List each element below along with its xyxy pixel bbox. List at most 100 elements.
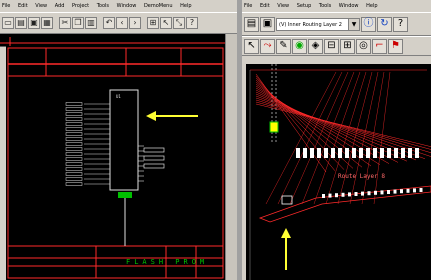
layer-select-value: (V) Inner Routing Layer 2: [279, 21, 342, 28]
pad: [373, 148, 377, 158]
menu-add[interactable]: Add: [55, 3, 65, 9]
component-icon[interactable]: ◈: [308, 38, 323, 54]
menu-window[interactable]: Window: [117, 3, 137, 9]
net-label: [65, 142, 83, 146]
trace: [337, 71, 373, 205]
menu-tools[interactable]: Tools: [97, 3, 109, 9]
net-label: [65, 177, 83, 181]
pad: [361, 191, 364, 196]
flag-icon[interactable]: ⚑: [388, 38, 403, 54]
pad: [415, 148, 419, 158]
net-label: [65, 132, 83, 136]
paste-icon[interactable]: ▥: [85, 17, 97, 29]
pad: [366, 148, 370, 158]
back-icon[interactable]: ‹: [116, 17, 128, 29]
zoom-icon[interactable]: ⊞: [147, 17, 159, 29]
help-icon[interactable]: ?: [186, 17, 198, 29]
save-icon[interactable]: ▣: [28, 17, 40, 29]
pad: [406, 188, 410, 193]
pcb-layout-canvas[interactable]: Route Layer 8: [246, 64, 431, 280]
menu-edit[interactable]: Edit: [18, 3, 28, 9]
toolbar-separator: [142, 17, 146, 29]
pad: [324, 148, 328, 158]
info-icon[interactable]: ⓘ: [361, 16, 376, 32]
menu-file[interactable]: File: [244, 3, 252, 9]
menu-edit[interactable]: Edit: [260, 3, 270, 9]
pad: [328, 193, 332, 198]
net-label: [65, 122, 83, 126]
pad: [352, 148, 356, 158]
chip-body: [109, 89, 139, 191]
schematic-canvas[interactable]: U1 FLASH PROM: [6, 46, 225, 280]
pad: [348, 192, 351, 197]
pad: [322, 194, 325, 198]
open-icon[interactable]: ▤: [244, 16, 259, 32]
new-icon[interactable]: ▭: [2, 17, 14, 29]
open-icon[interactable]: ▤: [15, 17, 27, 29]
chip-label: U1: [116, 94, 121, 99]
menu-file[interactable]: File: [2, 3, 10, 9]
print-icon[interactable]: ▦: [41, 17, 53, 29]
layout-window: File Edit View Setup Tools Window Help ▤…: [242, 0, 431, 280]
net-label: [65, 137, 83, 141]
menu-setup[interactable]: Setup: [297, 3, 312, 9]
undo-icon[interactable]: ↶: [103, 17, 115, 29]
target-icon[interactable]: ◎: [356, 38, 371, 54]
measure-icon[interactable]: ⊟: [324, 38, 339, 54]
pad: [393, 189, 397, 194]
copy-icon[interactable]: ❐: [72, 17, 84, 29]
pad: [338, 148, 342, 158]
menu-help[interactable]: Help: [366, 3, 377, 9]
chevron-down-icon[interactable]: ▼: [348, 18, 359, 30]
via-icon[interactable]: ◉: [292, 38, 307, 54]
right-menubar: File Edit View Setup Tools Window Help: [242, 0, 431, 12]
menu-tools[interactable]: Tools: [319, 3, 331, 9]
pad: [419, 188, 423, 192]
pad: [310, 148, 314, 158]
pad: [400, 189, 403, 194]
chip-right-pins: [138, 145, 144, 182]
cut-icon[interactable]: ✂: [59, 17, 71, 29]
red-trace-fan: [255, 71, 431, 205]
layer-select[interactable]: (V) Inner Routing Layer 2 ▼: [276, 17, 360, 31]
select-arrow-icon[interactable]: ↖: [244, 38, 259, 54]
pad: [380, 148, 384, 158]
net-label: [65, 162, 83, 166]
select-icon[interactable]: ↖: [160, 17, 172, 29]
refresh-icon[interactable]: ↻: [377, 16, 392, 32]
pad: [359, 148, 363, 158]
pad: [341, 192, 345, 197]
route-icon[interactable]: ⤡: [173, 17, 185, 29]
drc-icon[interactable]: ⌐: [372, 38, 387, 54]
menu-view[interactable]: View: [277, 3, 289, 9]
connector-block: [118, 192, 132, 198]
net-label: [65, 117, 83, 121]
pad: [303, 148, 307, 158]
grid-icon[interactable]: ⊞: [340, 38, 355, 54]
trace: [373, 71, 391, 205]
annotation-arrow-up: [281, 228, 291, 270]
save-icon[interactable]: ▣: [260, 16, 275, 32]
menu-window[interactable]: Window: [339, 3, 359, 9]
forward-icon[interactable]: ›: [129, 17, 141, 29]
annotation-arrow-left: [146, 111, 198, 121]
pencil-icon[interactable]: ✎: [276, 38, 291, 54]
pad: [331, 148, 335, 158]
menu-project[interactable]: Project: [72, 3, 89, 9]
menu-view[interactable]: View: [35, 3, 47, 9]
toolbar-separator: [54, 17, 58, 29]
pad: [374, 190, 377, 195]
net-label: [65, 147, 83, 151]
menu-help[interactable]: Help: [180, 3, 191, 9]
net-label: [65, 112, 83, 116]
help-icon[interactable]: ?: [393, 16, 408, 32]
route-icon[interactable]: ⤳: [260, 38, 275, 54]
pad: [394, 148, 398, 158]
menu-demomenu[interactable]: DemoMenu: [144, 3, 173, 9]
left-menubar: File Edit View Add Project Tools Window …: [0, 0, 237, 12]
left-toolbar: ▭ ▤ ▣ ▦ ✂ ❐ ▥ ↶ ‹ › ⊞ ↖ ⤡ ?: [0, 12, 237, 34]
selected-component: [269, 121, 279, 133]
schematic-window: File Edit View Add Project Tools Window …: [0, 0, 238, 280]
trace: [255, 93, 417, 161]
pad: [345, 148, 349, 158]
